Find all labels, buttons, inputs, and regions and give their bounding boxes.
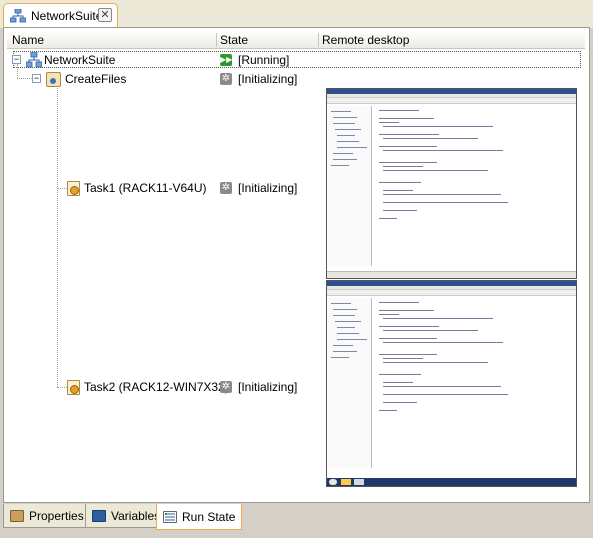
tree-line xyxy=(17,78,32,79)
variables-icon xyxy=(92,509,106,522)
tab-variables[interactable]: Variables xyxy=(85,504,168,528)
state-cell: ✲ [Initializing] xyxy=(220,70,297,88)
column-state[interactable]: State xyxy=(220,33,248,47)
column-header: Name State Remote desktop xyxy=(7,31,585,49)
createfiles-icon xyxy=(46,71,61,87)
tree-row-label: Task1 (RACK11-V64U) xyxy=(84,181,207,195)
collapse-toggle[interactable]: − xyxy=(12,55,21,64)
editor-tab-strip: NetworkSuite ✕ xyxy=(0,0,593,28)
state-text: [Initializing] xyxy=(238,72,298,86)
tree-line xyxy=(57,387,67,388)
suite-icon xyxy=(25,51,43,68)
state-text: [Running] xyxy=(238,53,290,67)
view-tab-strip: Properties Variables Run State xyxy=(3,504,590,534)
thumbnail-taskbar xyxy=(327,478,576,486)
column-remote-desktop[interactable]: Remote desktop xyxy=(322,33,409,47)
state-text: [Initializing] xyxy=(238,181,298,195)
tab-run-state[interactable]: Run State xyxy=(156,504,243,530)
column-separator[interactable] xyxy=(318,33,319,47)
gear-icon: ✲ xyxy=(220,381,232,393)
column-separator[interactable] xyxy=(216,33,217,47)
tree-row-task1[interactable]: Task1 (RACK11-V64U) xyxy=(67,179,206,197)
tree-row-label: NetworkSuite xyxy=(44,53,116,67)
state-cell: ▶▶ [Running] xyxy=(220,51,289,69)
close-icon[interactable]: ✕ xyxy=(98,8,112,22)
gear-icon: ✲ xyxy=(220,73,232,85)
remote-desktop-thumbnail-task1[interactable] xyxy=(326,88,577,279)
run-icon: ▶▶ xyxy=(220,54,233,66)
task-icon xyxy=(67,379,80,395)
tab-label: Run State xyxy=(182,509,236,524)
state-cell: ✲ [Initializing] xyxy=(220,179,297,197)
state-cell: ✲ [Initializing] xyxy=(220,378,297,396)
collapse-toggle[interactable]: − xyxy=(32,74,41,83)
gear-icon: ✲ xyxy=(220,182,232,194)
tree-line xyxy=(57,188,67,189)
properties-icon xyxy=(10,509,24,522)
tree-row-createfiles[interactable]: CreateFiles xyxy=(46,70,126,88)
tab-properties[interactable]: Properties xyxy=(3,504,91,528)
network-suite-icon xyxy=(9,8,27,23)
column-name[interactable]: Name xyxy=(12,33,44,47)
tree-row-task2[interactable]: Task2 (RACK12-WIN7X32) xyxy=(67,378,229,396)
tree-row-label: Task2 (RACK12-WIN7X32) xyxy=(84,380,229,394)
thumbnail-project-tree xyxy=(328,106,372,266)
thumbnail-project-tree xyxy=(328,298,372,468)
tab-label: Properties xyxy=(29,508,84,523)
thumbnail-code-editor xyxy=(373,106,575,264)
editor-tab-label: NetworkSuite xyxy=(31,8,103,23)
remote-desktop-thumbnail-task2[interactable] xyxy=(326,280,577,487)
thumbnail-code-editor xyxy=(373,298,575,466)
editor-tab-networksuite[interactable]: NetworkSuite ✕ xyxy=(3,3,118,27)
task-icon xyxy=(67,180,80,196)
tree-row-networksuite[interactable]: NetworkSuite xyxy=(25,51,116,69)
tree-row-label: CreateFiles xyxy=(65,72,127,86)
tree-line xyxy=(57,82,58,387)
state-text: [Initializing] xyxy=(238,380,298,394)
run-state-view: Name State Remote desktop − NetworkSuite… xyxy=(3,27,590,503)
tree-line xyxy=(17,64,18,78)
tab-label: Variables xyxy=(111,508,161,523)
run-state-icon xyxy=(163,510,177,523)
